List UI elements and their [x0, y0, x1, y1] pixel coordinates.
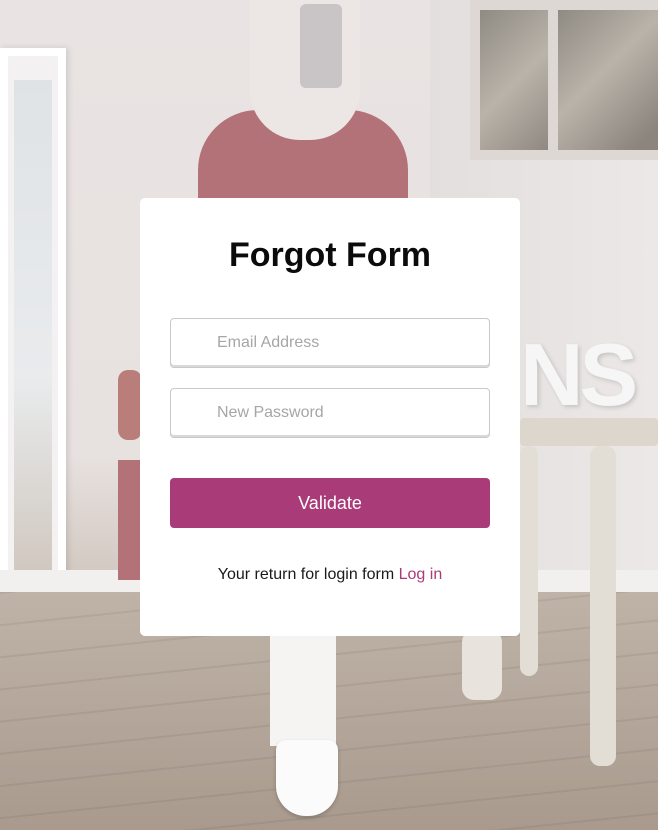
- login-return-text: Your return for login form Log in: [140, 566, 520, 584]
- new-password-input[interactable]: [170, 388, 490, 438]
- form-title: Forgot Form: [228, 236, 432, 274]
- login-link[interactable]: Log in: [399, 566, 443, 583]
- background-mirror: [0, 48, 66, 616]
- footer-text: Your return for login form: [217, 566, 395, 583]
- phone-in-photo: [300, 4, 342, 88]
- forgot-form-card: Forgot Form Validate Your return for log…: [140, 198, 520, 636]
- console-table: [520, 418, 658, 446]
- validate-button[interactable]: Validate: [170, 478, 490, 528]
- email-input[interactable]: [170, 318, 490, 368]
- decor-letters: NS: [520, 325, 638, 424]
- wall-art-frame: [548, 0, 658, 160]
